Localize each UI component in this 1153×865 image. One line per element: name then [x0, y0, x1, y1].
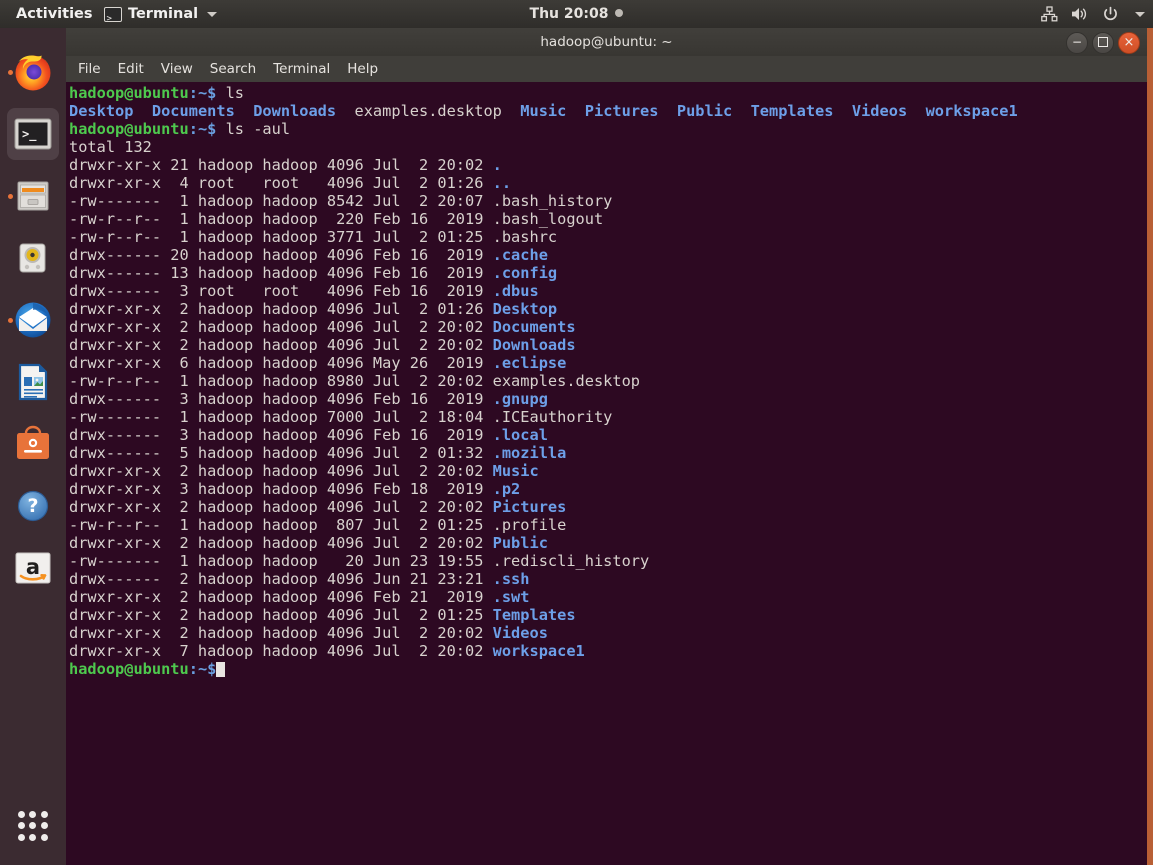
- menu-terminal[interactable]: Terminal: [273, 56, 330, 82]
- terminal-listing-row: -rw-r--r-- 1 hadoop hadoop 8980 Jul 2 20…: [69, 372, 640, 390]
- terminal-listing-row: drwx------ 3 hadoop hadoop 4096 Feb 16 2…: [69, 390, 548, 408]
- terminal-output-area[interactable]: hadoop@ubuntu:~$ ls Desktop Documents Dow…: [66, 82, 1131, 865]
- maximize-icon: [1093, 33, 1113, 53]
- terminal-listing-row: drwxr-xr-x 2 hadoop hadoop 4096 Jul 2 20…: [69, 336, 576, 354]
- terminal-text-line: total 132: [69, 138, 152, 156]
- close-icon: [1119, 33, 1139, 53]
- network-icon[interactable]: [1041, 6, 1058, 22]
- tray-chevron-down-icon[interactable]: [1135, 11, 1145, 17]
- menubar: File Edit View Search Terminal Help: [66, 56, 1153, 82]
- terminal-listing-row: drwxr-xr-x 3 hadoop hadoop 4096 Feb 18 2…: [69, 480, 521, 498]
- window-title: hadoop@ubuntu: ~: [540, 34, 673, 50]
- apps-grid-icon: [18, 811, 48, 841]
- system-tray[interactable]: [1041, 0, 1145, 28]
- svg-text:>_: >_: [22, 127, 37, 142]
- terminal-listing-row: drwxr-xr-x 2 hadoop hadoop 4096 Jul 2 20…: [69, 462, 539, 480]
- launcher-dock: >_ ? a: [0, 28, 66, 865]
- window-controls: [1066, 32, 1140, 54]
- maximize-button[interactable]: [1092, 32, 1114, 54]
- terminal-listing-row: drwxr-xr-x 7 hadoop hadoop 4096 Jul 2 20…: [69, 642, 585, 660]
- terminal-listing-row: drwxr-xr-x 2 hadoop hadoop 4096 Jul 2 20…: [69, 498, 567, 516]
- minimize-button[interactable]: [1066, 32, 1088, 54]
- chevron-down-icon: [207, 11, 218, 17]
- terminal-prompt-line: hadoop@ubuntu:~$: [69, 660, 1131, 678]
- terminal-listing-row: drwxr-xr-x 2 hadoop hadoop 4096 Jul 2 01…: [69, 606, 576, 624]
- notification-dot-icon: [615, 9, 624, 17]
- terminal-listing-row: -rw-r--r-- 1 hadoop hadoop 220 Feb 16 20…: [69, 210, 604, 228]
- amazon-icon: a: [12, 547, 54, 589]
- terminal-listing-row: drwxr-xr-x 4 root root 4096 Jul 2 01:26 …: [69, 174, 512, 192]
- terminal-listing-row: drwxr-xr-x 21 hadoop hadoop 4096 Jul 2 2…: [69, 156, 502, 174]
- terminal-listing-row: -rw-r--r-- 1 hadoop hadoop 807 Jul 2 01:…: [69, 516, 567, 534]
- show-applications-button[interactable]: [7, 800, 59, 852]
- menu-view[interactable]: View: [161, 56, 193, 82]
- terminal-listing-row: drwx------ 3 root root 4096 Feb 16 2019 …: [69, 282, 539, 300]
- menu-edit[interactable]: Edit: [118, 56, 144, 82]
- svg-text:?: ?: [27, 495, 38, 517]
- svg-text:a: a: [26, 555, 40, 579]
- terminal-icon: >_: [12, 113, 54, 155]
- terminal-listing-row: drwx------ 13 hadoop hadoop 4096 Feb 16 …: [69, 264, 558, 282]
- terminal-prompt-line: hadoop@ubuntu:~$ ls: [69, 84, 245, 102]
- ubuntu-software-icon: [12, 423, 54, 465]
- close-button[interactable]: [1118, 32, 1140, 54]
- desktop-screen: Activities Terminal Thu 20:08: [0, 0, 1153, 865]
- activities-button[interactable]: Activities: [10, 0, 99, 28]
- terminal-listing-row: -rw------- 1 hadoop hadoop 8542 Jul 2 20…: [69, 192, 613, 210]
- terminal-icon: [104, 5, 122, 33]
- dock-item-rhythmbox[interactable]: [7, 232, 59, 284]
- minimize-icon: [1067, 33, 1087, 53]
- terminal-lines: hadoop@ubuntu:~$ ls Desktop Documents Dow…: [69, 84, 1131, 678]
- terminal-listing-row: drwx------ 3 hadoop hadoop 4096 Feb 16 2…: [69, 426, 548, 444]
- top-panel: Activities Terminal Thu 20:08: [0, 0, 1153, 33]
- files-icon: [12, 175, 54, 217]
- app-menu-label: Terminal: [128, 6, 199, 22]
- terminal-ls-listing: Desktop Documents Downloads examples.des…: [69, 102, 1018, 120]
- terminal-listing-row: -rw------- 1 hadoop hadoop 7000 Jul 2 18…: [69, 408, 613, 426]
- help-icon: ?: [12, 485, 54, 527]
- menu-search[interactable]: Search: [210, 56, 256, 82]
- dock-item-help[interactable]: ?: [7, 480, 59, 532]
- dock-item-thunderbird[interactable]: [7, 294, 59, 346]
- power-icon[interactable]: [1102, 6, 1119, 23]
- text-cursor: [216, 662, 226, 677]
- window-titlebar[interactable]: hadoop@ubuntu: ~: [66, 28, 1147, 57]
- terminal-prompt-line: hadoop@ubuntu:~$ ls -aul: [69, 120, 291, 138]
- dock-item-terminal[interactable]: >_: [7, 108, 59, 199]
- firefox-icon: [12, 51, 54, 93]
- terminal-listing-row: drwxr-xr-x 6 hadoop hadoop 4096 May 26 2…: [69, 354, 567, 372]
- app-menu-button[interactable]: Terminal: [104, 0, 218, 33]
- libreoffice-writer-icon: [12, 361, 54, 403]
- dock-item-files[interactable]: [7, 170, 59, 323]
- menu-help[interactable]: Help: [347, 56, 378, 82]
- desktop-background-edge: [1147, 28, 1153, 865]
- terminal-listing-row: drwxr-xr-x 2 hadoop hadoop 4096 Feb 21 2…: [69, 588, 530, 606]
- thunderbird-icon: [12, 299, 54, 341]
- terminal-right-padding: [1131, 82, 1147, 865]
- terminal-listing-row: drwxr-xr-x 2 hadoop hadoop 4096 Jul 2 01…: [69, 300, 558, 318]
- terminal-listing-row: -rw-r--r-- 1 hadoop hadoop 3771 Jul 2 01…: [69, 228, 558, 246]
- terminal-listing-row: drwxr-xr-x 2 hadoop hadoop 4096 Jul 2 20…: [69, 534, 548, 552]
- terminal-listing-row: -rw------- 1 hadoop hadoop 20 Jun 23 19:…: [69, 552, 650, 570]
- dock-item-ubuntu-software[interactable]: [7, 418, 59, 470]
- terminal-listing-row: drwxr-xr-x 2 hadoop hadoop 4096 Jul 2 20…: [69, 318, 576, 336]
- dock-item-firefox[interactable]: [7, 46, 59, 98]
- terminal-listing-row: drwx------ 2 hadoop hadoop 4096 Jun 21 2…: [69, 570, 530, 588]
- clock-label: Thu 20:08: [529, 6, 609, 22]
- menu-file[interactable]: File: [78, 56, 101, 82]
- terminal-listing-row: drwx------ 5 hadoop hadoop 4096 Jul 2 01…: [69, 444, 567, 462]
- rhythmbox-icon: [12, 237, 54, 279]
- dock-item-libreoffice-writer[interactable]: [7, 356, 59, 408]
- terminal-listing-row: drwx------ 20 hadoop hadoop 4096 Feb 16 …: [69, 246, 548, 264]
- terminal-listing-row: drwxr-xr-x 2 hadoop hadoop 4096 Jul 2 20…: [69, 624, 548, 642]
- dock-item-amazon[interactable]: a: [7, 542, 59, 594]
- volume-icon[interactable]: [1071, 6, 1089, 22]
- terminal-window: hadoop@ubuntu: ~ File Edit View Search T…: [66, 28, 1153, 865]
